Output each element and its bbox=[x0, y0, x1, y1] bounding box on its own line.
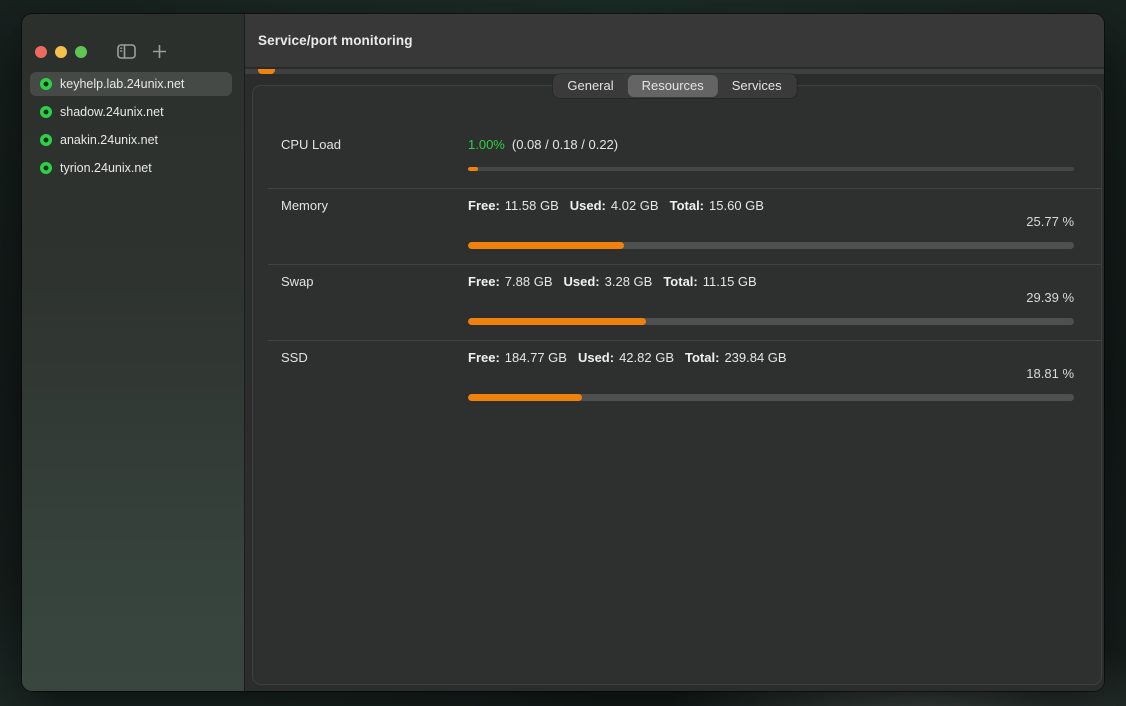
server-name: shadow.24unix.net bbox=[60, 105, 164, 119]
swap-bar bbox=[468, 318, 1074, 325]
close-button[interactable] bbox=[35, 46, 47, 58]
resource-stats: CPU Load 1.00% (0.08 / 0.18 / 0.22) Memor… bbox=[253, 86, 1101, 416]
swap-label: Swap bbox=[281, 274, 314, 290]
server-list: keyhelp.lab.24unix.net shadow.24unix.net… bbox=[30, 72, 232, 180]
cpu-load-averages: (0.08 / 0.18 / 0.22) bbox=[512, 137, 618, 152]
status-online-icon bbox=[40, 134, 52, 146]
ssd-values: Free: 184.77 GB Used: 42.82 GB Total: 239.84 … bbox=[468, 350, 1074, 366]
refresh-progress-fill bbox=[258, 69, 275, 74]
cpu-load-percent: 1.00% bbox=[468, 137, 505, 152]
memory-used-value: 4.02 GB bbox=[611, 198, 659, 213]
ssd-total-label: Total: bbox=[685, 350, 719, 365]
ssd-bar-fill bbox=[468, 394, 582, 401]
sidebar: keyhelp.lab.24unix.net shadow.24unix.net… bbox=[22, 14, 245, 691]
zoom-button[interactable] bbox=[75, 46, 87, 58]
cpu-load-values: 1.00% (0.08 / 0.18 / 0.22) bbox=[468, 137, 1074, 153]
ssd-bar bbox=[468, 394, 1074, 401]
tab-general[interactable]: General bbox=[553, 75, 627, 97]
swap-free-value: 7.88 GB bbox=[505, 274, 553, 289]
app-window: keyhelp.lab.24unix.net shadow.24unix.net… bbox=[22, 14, 1104, 691]
minimize-button[interactable] bbox=[55, 46, 67, 58]
ssd-used-value: 42.82 GB bbox=[619, 350, 674, 365]
memory-total-label: Total: bbox=[670, 198, 704, 213]
swap-values: Free: 7.88 GB Used: 3.28 GB Total: 11.15 GB bbox=[468, 274, 1074, 290]
memory-free-label: Free: bbox=[468, 198, 500, 213]
swap-total-value: 11.15 GB bbox=[703, 274, 757, 289]
memory-row: Memory Free: 11.58 GB Used: 4.02 GB Total: 15… bbox=[253, 189, 1101, 264]
memory-used-label: Used: bbox=[570, 198, 606, 213]
ssd-row: SSD Free: 184.77 GB Used: 42.82 GB Total: 239… bbox=[253, 341, 1101, 416]
resources-card: CPU Load 1.00% (0.08 / 0.18 / 0.22) Memor… bbox=[252, 85, 1102, 685]
sidebar-item-server[interactable]: anakin.24unix.net bbox=[30, 128, 232, 152]
memory-label: Memory bbox=[281, 198, 328, 214]
sidebar-item-server[interactable]: tyrion.24unix.net bbox=[30, 156, 232, 180]
server-name: tyrion.24unix.net bbox=[60, 161, 152, 175]
server-name: keyhelp.lab.24unix.net bbox=[60, 77, 184, 91]
ssd-percent: 18.81 % bbox=[468, 366, 1074, 382]
sidebar-item-server[interactable]: shadow.24unix.net bbox=[30, 100, 232, 124]
swap-row: Swap Free: 7.88 GB Used: 3.28 GB Total: 11.15… bbox=[253, 265, 1101, 340]
memory-total-value: 15.60 GB bbox=[709, 198, 764, 213]
titlebar-controls bbox=[22, 14, 244, 68]
status-online-icon bbox=[40, 106, 52, 118]
ssd-total-value: 239.84 GB bbox=[724, 350, 786, 365]
ssd-free-value: 184.77 GB bbox=[505, 350, 567, 365]
cpu-load-row: CPU Load 1.00% (0.08 / 0.18 / 0.22) bbox=[253, 86, 1101, 188]
memory-percent: 25.77 % bbox=[468, 214, 1074, 230]
cpu-load-bar bbox=[468, 167, 1074, 171]
add-server-icon[interactable] bbox=[152, 44, 167, 59]
ssd-used-label: Used: bbox=[578, 350, 614, 365]
server-name: anakin.24unix.net bbox=[60, 133, 158, 147]
sidebar-toggle-icon[interactable] bbox=[117, 44, 136, 59]
sidebar-item-server[interactable]: keyhelp.lab.24unix.net bbox=[30, 72, 232, 96]
swap-percent: 29.39 % bbox=[468, 290, 1074, 306]
tab-services[interactable]: Services bbox=[718, 75, 796, 97]
window-titlebar: Service/port monitoring bbox=[245, 14, 1104, 68]
memory-values: Free: 11.58 GB Used: 4.02 GB Total: 15.60 GB bbox=[468, 198, 1074, 214]
swap-total-label: Total: bbox=[663, 274, 697, 289]
swap-used-value: 3.28 GB bbox=[605, 274, 653, 289]
swap-used-label: Used: bbox=[564, 274, 600, 289]
swap-bar-fill bbox=[468, 318, 646, 325]
page-title: Service/port monitoring bbox=[258, 33, 413, 48]
swap-free-label: Free: bbox=[468, 274, 500, 289]
tab-resources[interactable]: Resources bbox=[628, 75, 718, 97]
cpu-load-label: CPU Load bbox=[281, 137, 341, 153]
main-panel: Service/port monitoring CPU Load 1.00% (0… bbox=[245, 14, 1104, 691]
desktop: { "titlebar": { "title": "Service/port m… bbox=[0, 0, 1126, 706]
tab-bar: General Resources Services bbox=[552, 74, 796, 98]
status-online-icon bbox=[40, 162, 52, 174]
memory-bar-fill bbox=[468, 242, 624, 249]
memory-bar bbox=[468, 242, 1074, 249]
ssd-free-label: Free: bbox=[468, 350, 500, 365]
cpu-load-bar-fill bbox=[468, 167, 478, 171]
ssd-label: SSD bbox=[281, 350, 308, 366]
memory-free-value: 11.58 GB bbox=[505, 198, 559, 213]
status-online-icon bbox=[40, 78, 52, 90]
